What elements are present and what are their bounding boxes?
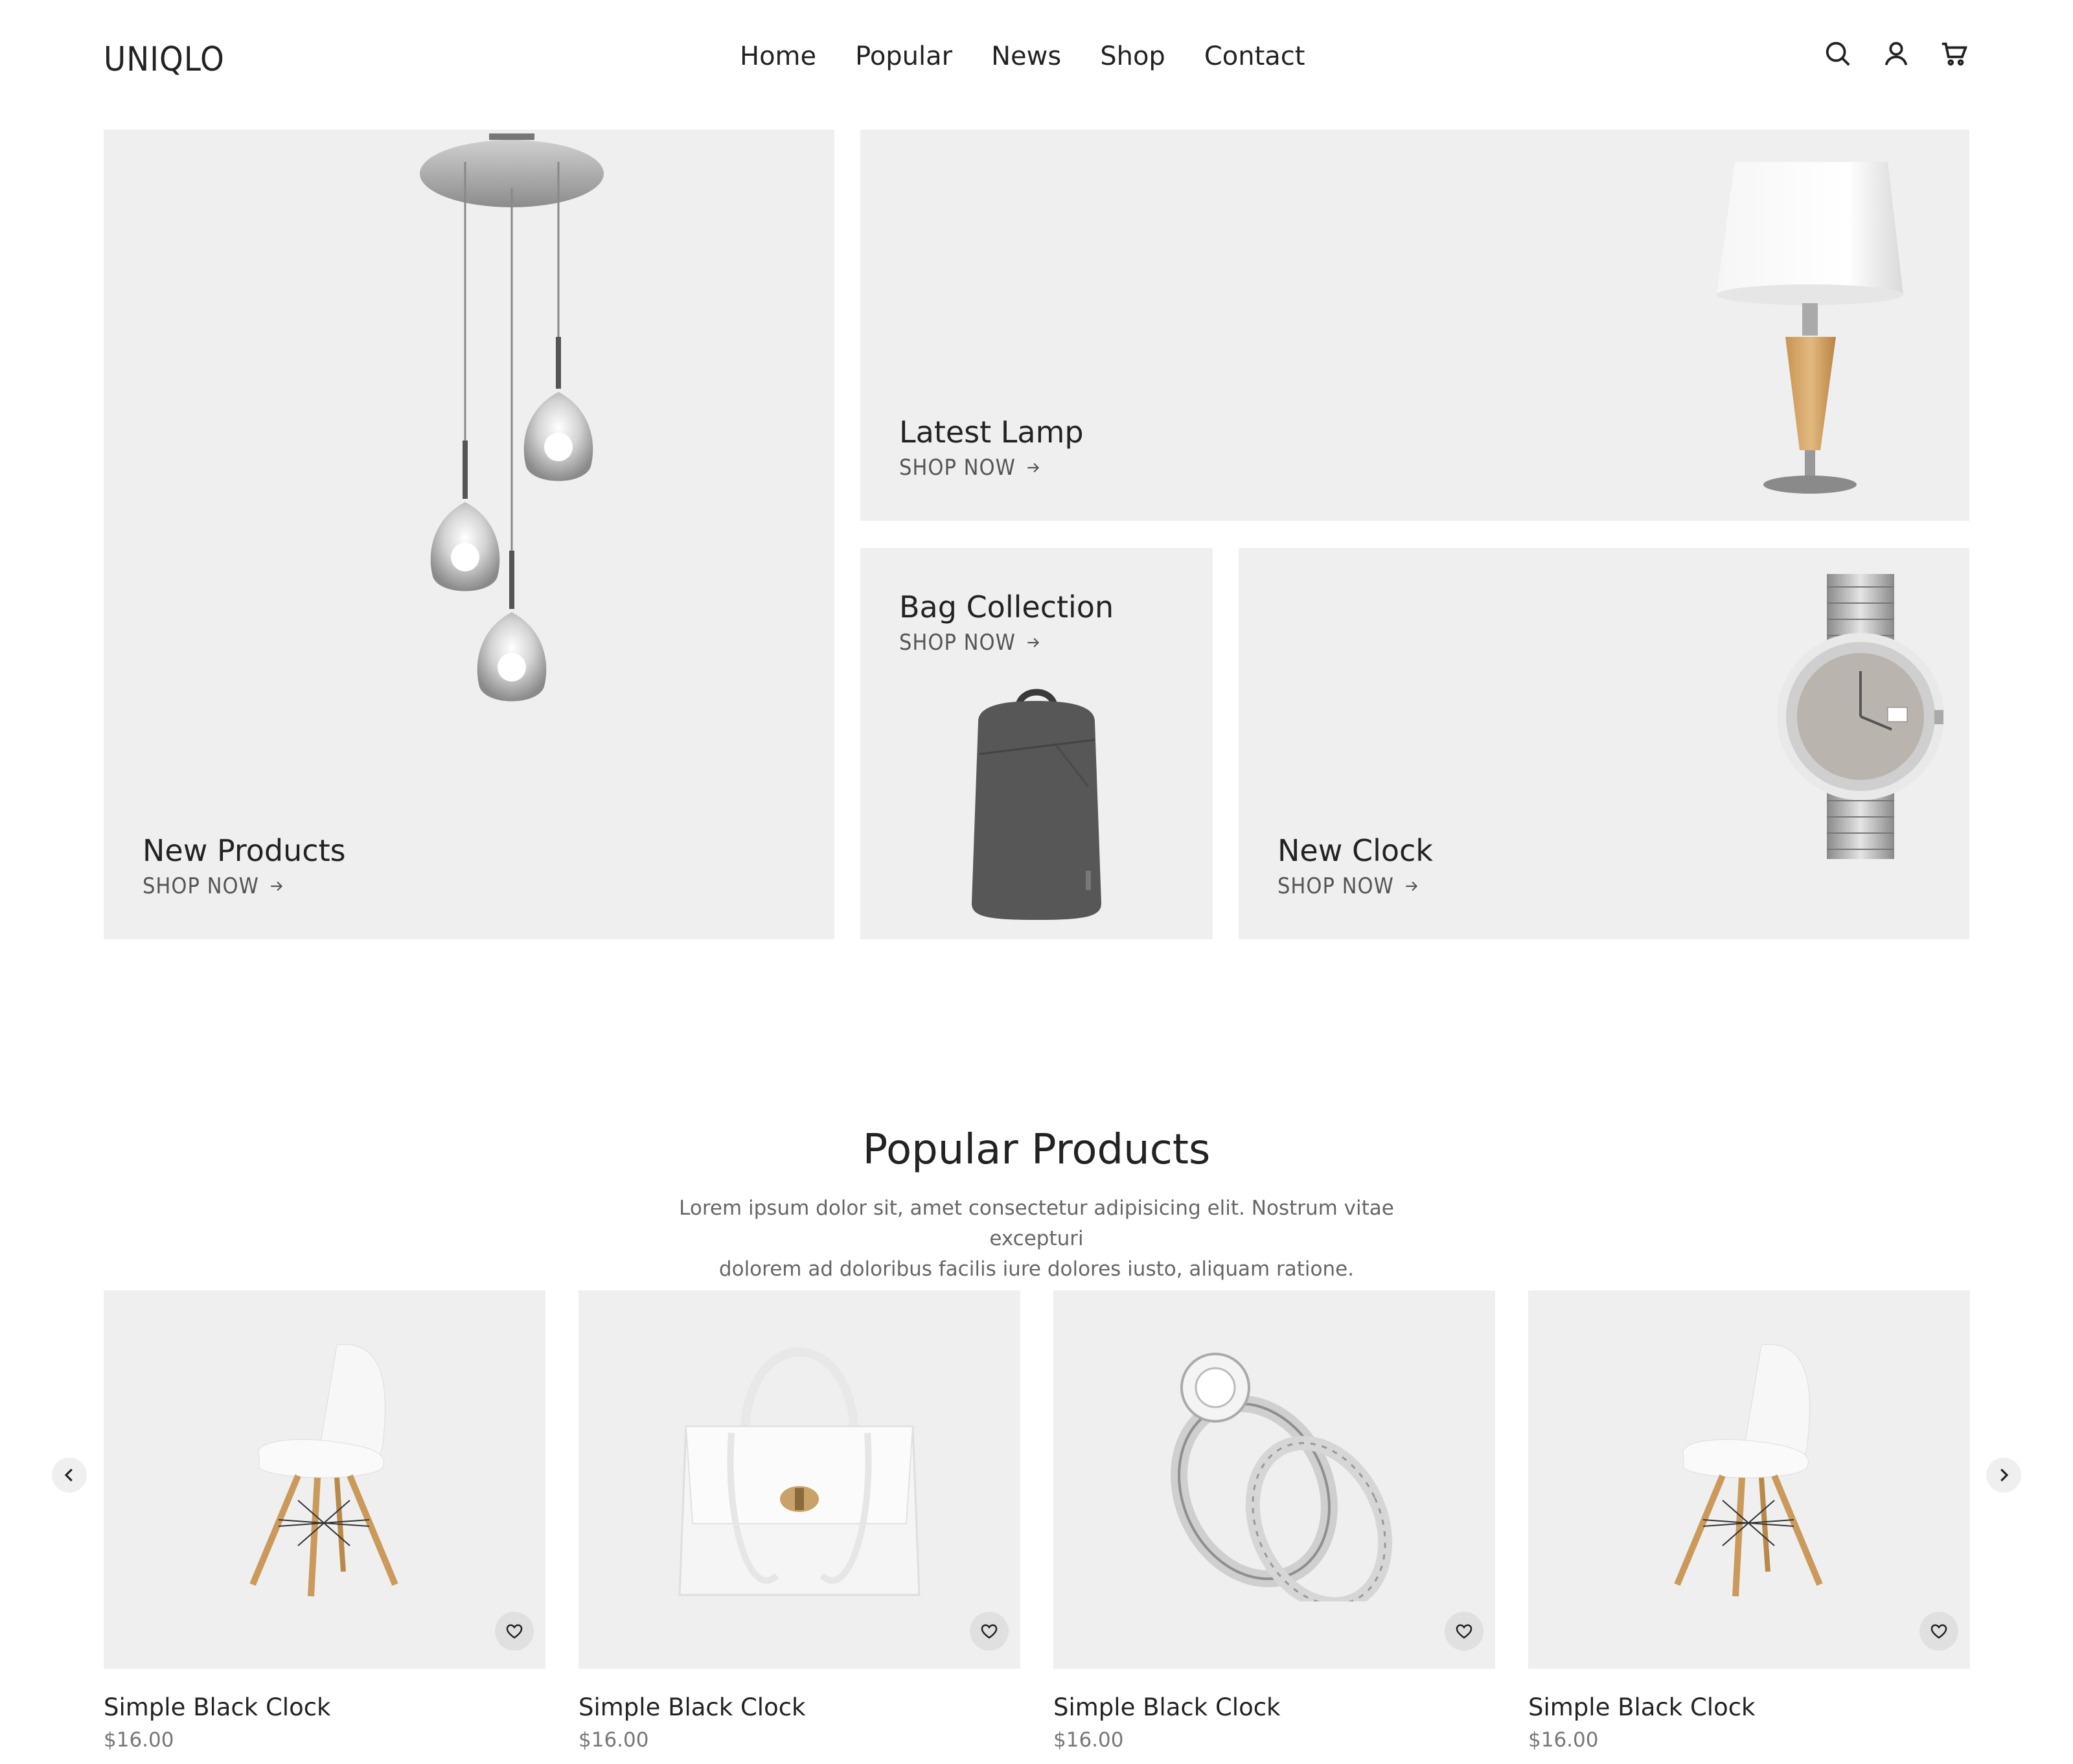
- product-card[interactable]: [578, 1290, 1020, 1669]
- product-card[interactable]: [1528, 1290, 1970, 1669]
- heart-icon: [981, 1624, 998, 1639]
- site-logo[interactable]: UNIQLO: [104, 40, 225, 79]
- carousel-prev-button[interactable]: [52, 1458, 87, 1493]
- main-nav: Home Popular News Shop Contact: [740, 41, 1305, 71]
- product-name[interactable]: Simple Black Clock: [104, 1693, 331, 1721]
- product-card[interactable]: [104, 1290, 545, 1669]
- shop-now-link[interactable]: SHOP NOW: [899, 630, 1042, 656]
- shop-now-label: SHOP NOW: [1277, 873, 1394, 899]
- search-icon[interactable]: [1823, 39, 1853, 69]
- product-name[interactable]: Simple Black Clock: [578, 1693, 806, 1721]
- wishlist-button[interactable]: [495, 1612, 534, 1651]
- shop-now-link[interactable]: SHOP NOW: [143, 873, 285, 899]
- user-icon[interactable]: [1881, 39, 1911, 69]
- banner-title: Bag Collection: [899, 590, 1114, 624]
- wishlist-button[interactable]: [1919, 1612, 1958, 1651]
- arrow-right-icon: [1406, 881, 1417, 891]
- section-description: Lorem ipsum dolor sit, amet consectetur …: [635, 1193, 1438, 1285]
- nav-popular[interactable]: Popular: [855, 41, 952, 71]
- section-title: Popular Products: [862, 1126, 1211, 1174]
- product-price: $16.00: [1528, 1728, 1599, 1752]
- arrow-right-icon: [271, 881, 282, 891]
- product-price: $16.00: [1053, 1728, 1124, 1752]
- shop-now-label: SHOP NOW: [899, 455, 1016, 481]
- nav-home[interactable]: Home: [740, 41, 816, 71]
- banner-bag-collection[interactable]: Bag Collection SHOP NOW: [860, 548, 1213, 939]
- nav-shop[interactable]: Shop: [1100, 41, 1165, 71]
- chevron-right-icon: [2000, 1469, 2009, 1482]
- wishlist-button[interactable]: [970, 1612, 1009, 1651]
- white-chair-image: [249, 1344, 398, 1597]
- table-lamp-image: [1717, 162, 1903, 494]
- shop-now-link[interactable]: SHOP NOW: [899, 455, 1042, 481]
- arrow-right-icon: [1027, 463, 1039, 473]
- diamond-rings-image: [1171, 1353, 1393, 1601]
- banner-new-clock[interactable]: New Clock SHOP NOW: [1239, 548, 1969, 939]
- shop-now-link[interactable]: SHOP NOW: [1277, 873, 1420, 899]
- pendant-lamp-image: [420, 133, 604, 702]
- shop-now-label: SHOP NOW: [899, 630, 1016, 656]
- wristwatch-image: [1777, 574, 1944, 859]
- banner-title: New Products: [143, 833, 346, 868]
- wishlist-button[interactable]: [1445, 1612, 1483, 1651]
- white-handbag-image: [678, 1347, 921, 1596]
- product-price: $16.00: [578, 1728, 649, 1752]
- nav-contact[interactable]: Contact: [1204, 41, 1305, 71]
- arrow-right-icon: [1027, 637, 1039, 648]
- backpack-image: [972, 689, 1101, 920]
- heart-icon: [1456, 1624, 1472, 1639]
- banner-new-products[interactable]: New Products SHOP NOW: [104, 130, 834, 939]
- description-line: dolorem ad doloribus facilis iure dolore…: [718, 1257, 1355, 1281]
- chevron-left-icon: [64, 1469, 73, 1482]
- description-line: Lorem ipsum dolor sit, amet consectetur …: [679, 1197, 1394, 1250]
- product-price: $16.00: [104, 1728, 174, 1752]
- banner-title: New Clock: [1277, 833, 1433, 868]
- banner-title: Latest Lamp: [899, 415, 1084, 450]
- heart-icon: [506, 1624, 523, 1639]
- carousel-next-button[interactable]: [1986, 1458, 2021, 1493]
- cart-icon[interactable]: [1940, 39, 1969, 69]
- shop-now-label: SHOP NOW: [143, 873, 259, 899]
- white-chair-image: [1674, 1344, 1823, 1597]
- nav-news[interactable]: News: [991, 41, 1061, 71]
- product-name[interactable]: Simple Black Clock: [1528, 1693, 1756, 1721]
- product-name[interactable]: Simple Black Clock: [1053, 1693, 1281, 1721]
- product-card[interactable]: [1053, 1290, 1495, 1669]
- banner-latest-lamp[interactable]: Latest Lamp SHOP NOW: [860, 130, 1969, 521]
- heart-icon: [1930, 1624, 1947, 1639]
